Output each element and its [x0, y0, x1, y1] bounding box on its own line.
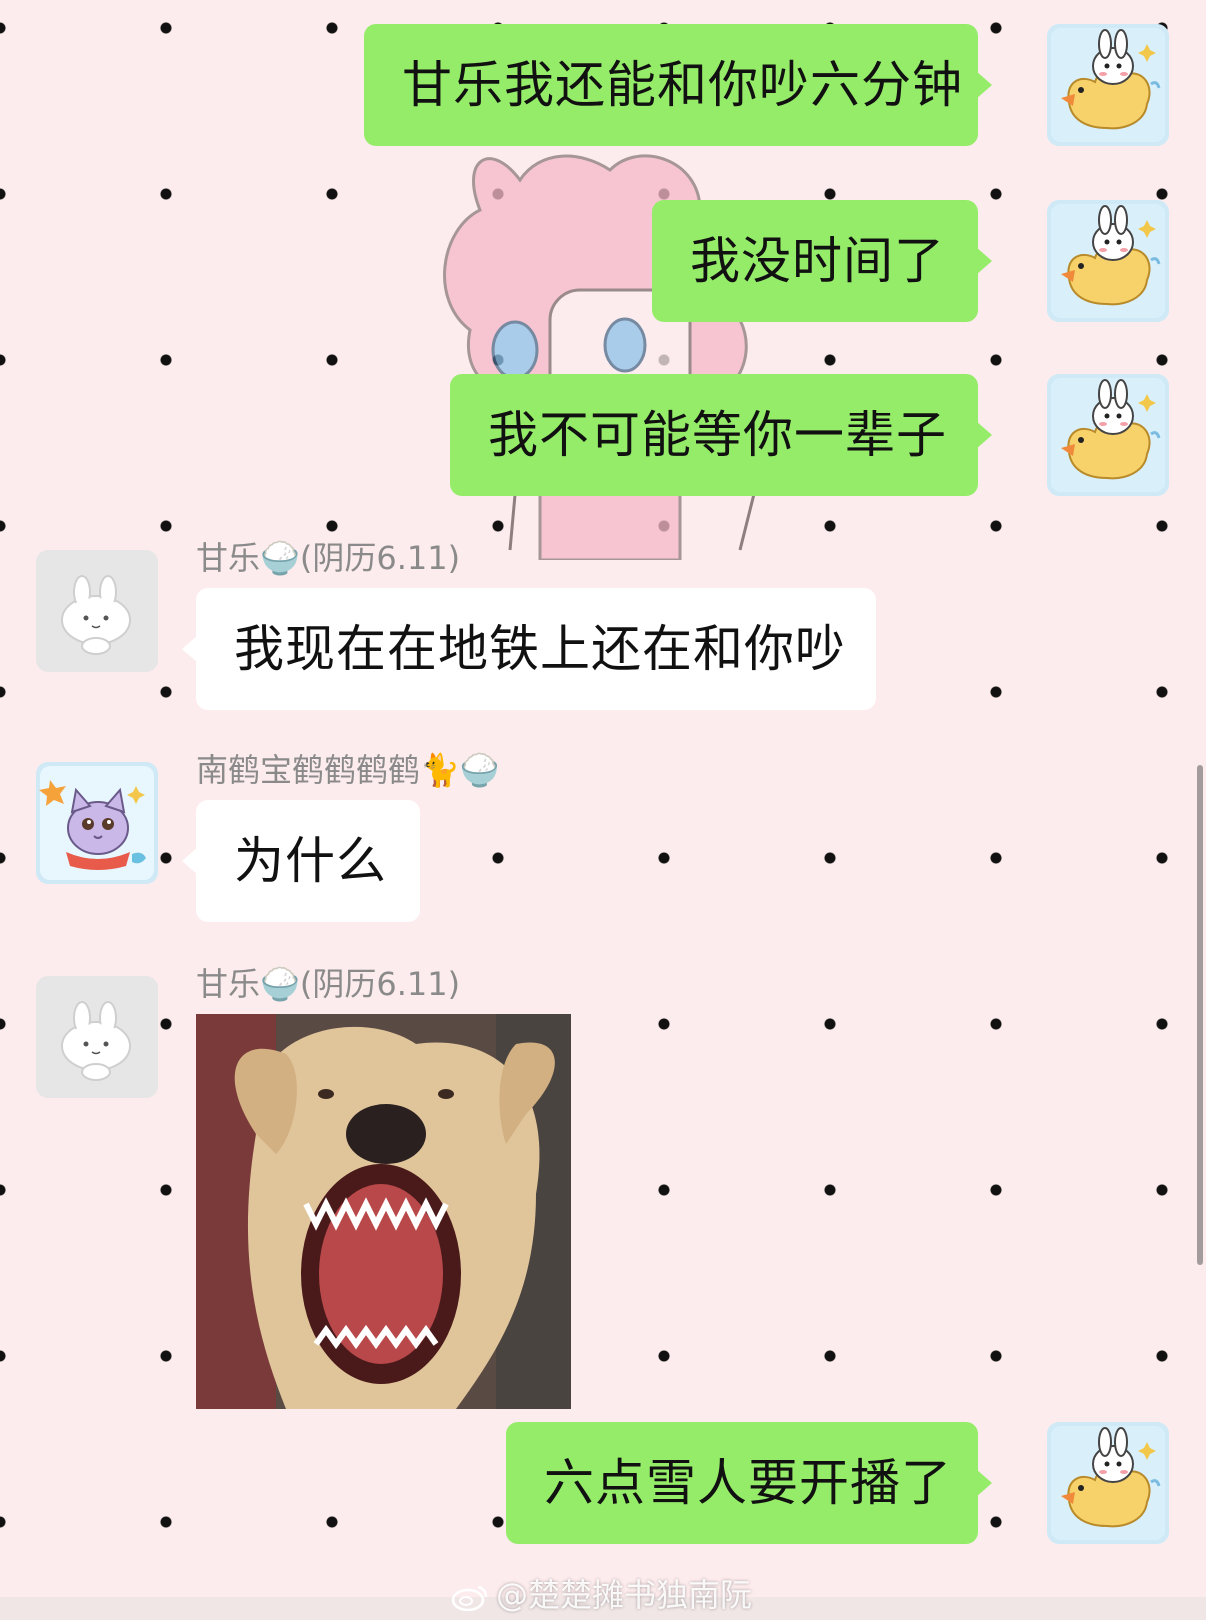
sender-name: 甘乐🍚(阴历6.11): [196, 965, 461, 1003]
message-bubble-outgoing[interactable]: 甘乐我还能和你吵六分钟: [364, 24, 992, 146]
sender-avatar[interactable]: [36, 976, 158, 1098]
message-bubble-outgoing[interactable]: 我不可能等你一辈子: [450, 374, 992, 496]
rabbit-duck-avatar-icon: [1047, 374, 1169, 496]
white-rabbit-avatar-icon: [36, 976, 158, 1098]
purple-cat-avatar-icon: [36, 762, 158, 884]
rabbit-duck-avatar-icon: [1047, 200, 1169, 322]
my-avatar[interactable]: [1047, 200, 1169, 322]
message-bubble-outgoing[interactable]: 我没时间了: [652, 200, 992, 322]
rabbit-duck-avatar-icon: [1047, 24, 1169, 146]
my-avatar[interactable]: [1047, 1422, 1169, 1544]
scrollbar[interactable]: [1197, 765, 1203, 1265]
weibo-logo-icon: [451, 1585, 488, 1611]
message-bubble-incoming[interactable]: 为什么: [182, 800, 420, 922]
sender-avatar[interactable]: [36, 762, 158, 884]
snarling-dog-photo[interactable]: [196, 1014, 571, 1409]
my-avatar[interactable]: [1047, 374, 1169, 496]
watermark-text: @楚楚摊书独南阮: [496, 1576, 753, 1614]
message-bubble-incoming[interactable]: 我现在在地铁上还在和你吵: [182, 588, 876, 710]
my-avatar[interactable]: [1047, 24, 1169, 146]
dog-image-icon: [196, 1014, 571, 1409]
sender-name: 甘乐🍚(阴历6.11): [196, 539, 461, 577]
white-rabbit-avatar-icon: [36, 550, 158, 672]
message-bubble-outgoing[interactable]: 六点雪人要开播了: [506, 1422, 992, 1544]
rabbit-duck-avatar-icon: [1047, 1422, 1169, 1544]
watermark: @楚楚摊书独南阮: [450, 1570, 752, 1616]
sender-name: 南鹤宝鹤鹤鹤鹤🐈🍚: [196, 751, 500, 789]
sender-avatar[interactable]: [36, 550, 158, 672]
